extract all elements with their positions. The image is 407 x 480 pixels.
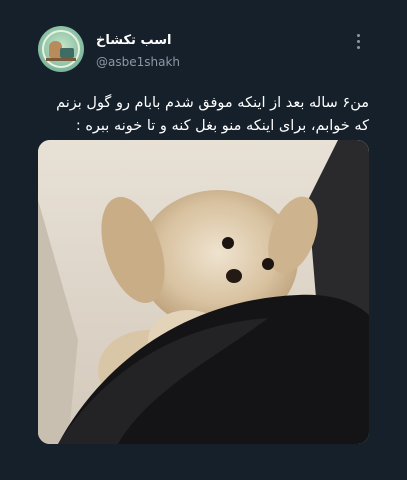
avatar[interactable]	[38, 26, 84, 72]
more-vertical-icon[interactable]	[353, 32, 363, 50]
dog-photo-illustration	[38, 140, 369, 444]
desk-shape	[46, 58, 76, 61]
author-handle[interactable]: @asbe1shakh	[96, 55, 180, 69]
tweet-text: من۶ ساله بعد از اینکه موفق شدم بابام رو …	[56, 95, 369, 134]
tweet-photo[interactable]	[38, 140, 369, 444]
tweet-card: اسب تکشاخ @asbe1shakh من۶ ساله بعد از ای…	[0, 0, 407, 480]
laptop-icon	[60, 48, 74, 58]
author-name[interactable]: اسب تکشاخ	[96, 33, 171, 48]
